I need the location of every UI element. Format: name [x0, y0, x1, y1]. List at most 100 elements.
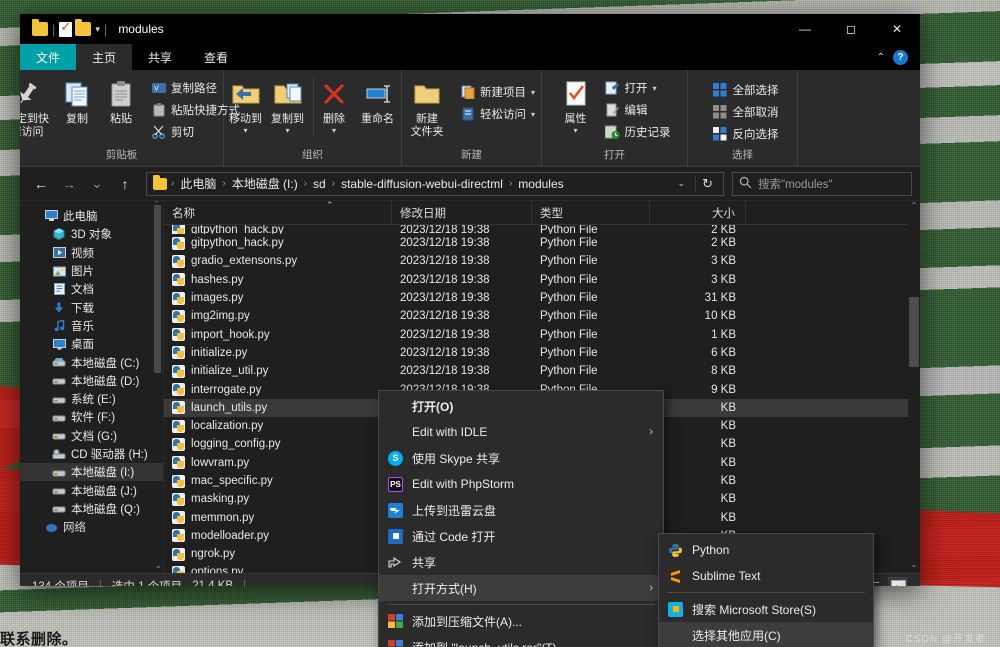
sidebar-item-this-pc[interactable]: 此电脑 [20, 207, 163, 225]
new-folder-icon[interactable] [75, 19, 92, 36]
column-header-date[interactable]: 修改日期 [392, 201, 532, 225]
refresh-icon[interactable]: ↻ [695, 175, 719, 192]
paste-button[interactable]: 粘贴 [99, 76, 143, 128]
sidebar-item-desktop[interactable]: 桌面 [20, 335, 163, 353]
new-item-caret-icon[interactable]: ▾ [531, 88, 535, 97]
close-button[interactable]: ✕ [874, 14, 920, 44]
table-row[interactable]: images.py 2023/12/18 19:38 Python File 3… [164, 289, 920, 307]
sidebar-item-network[interactable]: 网络 [20, 518, 163, 536]
thumbnail-view-icon[interactable] [888, 576, 908, 586]
breadcrumb-item-0[interactable]: 此电脑 [176, 175, 220, 192]
tab-file[interactable]: 文件 [20, 44, 77, 70]
properties-caret-icon[interactable]: ▾ [573, 126, 577, 135]
tab-view[interactable]: 查看 [188, 44, 244, 70]
scroll-down-icon[interactable]: ⌄ [908, 560, 920, 573]
sidebar-item-drive-e[interactable]: 系统 (E:) [20, 390, 163, 408]
delete-button[interactable]: 删除 ▾ [312, 76, 355, 137]
context-menu-item-add-to-rar[interactable]: 添加到 "launch_utils.rar"(T) [379, 634, 663, 647]
context-menu-item-edit-with-phpstorm[interactable]: PS Edit with PhpStorm [379, 471, 663, 497]
sidebar-item-drive-j[interactable]: 本地磁盘 (J:) [20, 481, 163, 499]
submenu-item-sublime-text[interactable]: Sublime Text [659, 563, 873, 589]
scroll-up-icon[interactable]: ⌃ [908, 201, 920, 214]
rename-button[interactable]: 重命名 [355, 76, 401, 128]
sidebar-item-drive-q[interactable]: 本地磁盘 (Q:) [20, 500, 163, 518]
new-folder-button[interactable]: 新建 文件夹 [404, 76, 450, 141]
copy-to-caret-icon[interactable]: ▾ [285, 126, 289, 135]
context-menu-item-open[interactable]: 打开(O) [379, 393, 663, 419]
submenu-item-choose-another-app[interactable]: 选择其他应用(C) [659, 622, 873, 647]
breadcrumb-item-3[interactable]: stable-diffusion-webui-directml [337, 177, 507, 191]
submenu-item-python[interactable]: Python [659, 537, 873, 563]
file-list-scroll-thumb[interactable] [909, 297, 919, 367]
open-button[interactable]: 打开 ▾ [601, 78, 675, 98]
column-header-name[interactable]: 名称 ⌃ [164, 201, 392, 225]
file-list-scrollbar[interactable]: ⌃ ⌄ [908, 201, 920, 573]
table-row[interactable]: gitpython_hack.py 2023/12/18 19:38 Pytho… [164, 234, 920, 252]
table-row[interactable]: img2img.py 2023/12/18 19:38 Python File … [164, 307, 920, 325]
nav-scroll-thumb[interactable] [154, 205, 161, 373]
chevron-down-icon[interactable]: ▾ [95, 24, 100, 35]
forward-button[interactable]: → [56, 171, 82, 197]
select-all-button[interactable]: 全部选择 [709, 80, 783, 100]
context-menu-item-edit-with-idle[interactable]: Edit with IDLE › [379, 419, 663, 445]
sidebar-item-cd-drive-h[interactable]: CD 驱动器 (H:) [20, 445, 163, 463]
search-box[interactable]: 搜索"modules" [732, 171, 912, 196]
help-icon[interactable]: ? [893, 49, 908, 65]
sidebar-item-drive-f[interactable]: 软件 (F:) [20, 408, 163, 426]
column-header-type[interactable]: 类型 [532, 201, 650, 225]
context-menu-item-upload-to-xunlei[interactable]: 上传到迅雷云盘 [379, 497, 663, 523]
folder-icon[interactable] [32, 19, 48, 36]
minimize-button[interactable]: — [782, 14, 828, 44]
context-menu-item-share[interactable]: 共享 [379, 549, 663, 575]
context-menu-item-open-with-code[interactable]: 通过 Code 打开 [379, 523, 663, 549]
search-input[interactable]: 搜索"modules" [758, 176, 833, 192]
sidebar-item-drive-c[interactable]: 本地磁盘 (C:) [20, 353, 163, 371]
properties-check-icon[interactable] [59, 19, 73, 37]
pin-to-quick-access-button[interactable]: 固定到快 速访问 [20, 76, 55, 141]
sidebar-item-drive-d[interactable]: 本地磁盘 (D:) [20, 372, 163, 390]
table-row[interactable]: hashes.py 2023/12/18 19:38 Python File 3… [164, 271, 920, 289]
new-item-button[interactable]: 新建项目 ▾ [456, 82, 539, 102]
maximize-button[interactable]: ◻ [828, 14, 874, 44]
sidebar-item-videos[interactable]: 视频 [20, 244, 163, 262]
move-to-caret-icon[interactable]: ▾ [243, 126, 247, 135]
copy-button[interactable]: 复制 [55, 76, 99, 128]
breadcrumb-item-4[interactable]: modules [514, 177, 567, 191]
back-button[interactable]: ← [28, 171, 54, 197]
breadcrumb-item-1[interactable]: 本地磁盘 (I:) [228, 175, 302, 192]
table-row[interactable]: import_hook.py 2023/12/18 19:38 Python F… [164, 325, 920, 343]
chevron-up-icon[interactable]: ⌃ [877, 52, 885, 63]
sidebar-item-drive-g[interactable]: 文档 (G:) [20, 427, 163, 445]
context-menu-item-add-to-archive[interactable]: 添加到压缩文件(A)... [379, 608, 663, 634]
sidebar-item-3d-objects[interactable]: 3D 对象 [20, 225, 163, 243]
copy-to-button[interactable]: 复制到 ▾ [267, 76, 309, 137]
sidebar-item-music[interactable]: 音乐 [20, 317, 163, 335]
properties-button[interactable]: 属性 ▾ [555, 76, 597, 137]
sidebar-item-documents[interactable]: 文档 [20, 280, 163, 298]
tab-share[interactable]: 共享 [132, 44, 188, 70]
easy-access-button[interactable]: 轻松访问 ▾ [456, 104, 539, 124]
column-header-size[interactable]: 大小 [650, 201, 746, 225]
invert-selection-button[interactable]: 反向选择 [709, 124, 783, 144]
address-dropdown-caret-icon[interactable]: ⌄ [670, 178, 694, 189]
sidebar-item-downloads[interactable]: 下载 [20, 298, 163, 316]
sidebar-item-drive-i[interactable]: 本地磁盘 (I:) [20, 463, 163, 482]
table-row[interactable]: initialize_util.py 2023/12/18 19:38 Pyth… [164, 362, 920, 380]
submenu-item-search-microsoft-store[interactable]: 搜索 Microsoft Store(S) [659, 596, 873, 622]
nav-pane-scrollbar[interactable]: ⌃ [153, 201, 161, 557]
table-row[interactable]: gradio_extensons.py 2023/12/18 19:38 Pyt… [164, 252, 920, 270]
table-row[interactable]: gitpython_hack.py 2023/12/18 19:38 Pytho… [164, 225, 920, 234]
tab-home[interactable]: 主页 [76, 44, 133, 70]
up-button[interactable]: ↑ [112, 171, 138, 197]
breadcrumb-item-2[interactable]: sd [309, 177, 330, 191]
sidebar-item-pictures[interactable]: 图片 [20, 262, 163, 280]
table-row[interactable]: initialize.py 2023/12/18 19:38 Python Fi… [164, 344, 920, 362]
move-to-button[interactable]: 移动到 ▾ [225, 76, 267, 137]
context-menu-item-open-with[interactable]: 打开方式(H) › [379, 575, 663, 601]
open-caret-icon[interactable]: ▾ [653, 84, 657, 93]
history-button[interactable]: 历史记录 [601, 122, 675, 142]
address-bar[interactable]: › 此电脑 › 本地磁盘 (I:) › sd › stable-diffusio… [146, 171, 724, 196]
recent-locations-button[interactable]: ⌄ [84, 171, 110, 197]
context-menu-item-share-with-skype[interactable]: S 使用 Skype 共享 [379, 445, 663, 471]
easy-access-caret-icon[interactable]: ▾ [531, 110, 535, 119]
